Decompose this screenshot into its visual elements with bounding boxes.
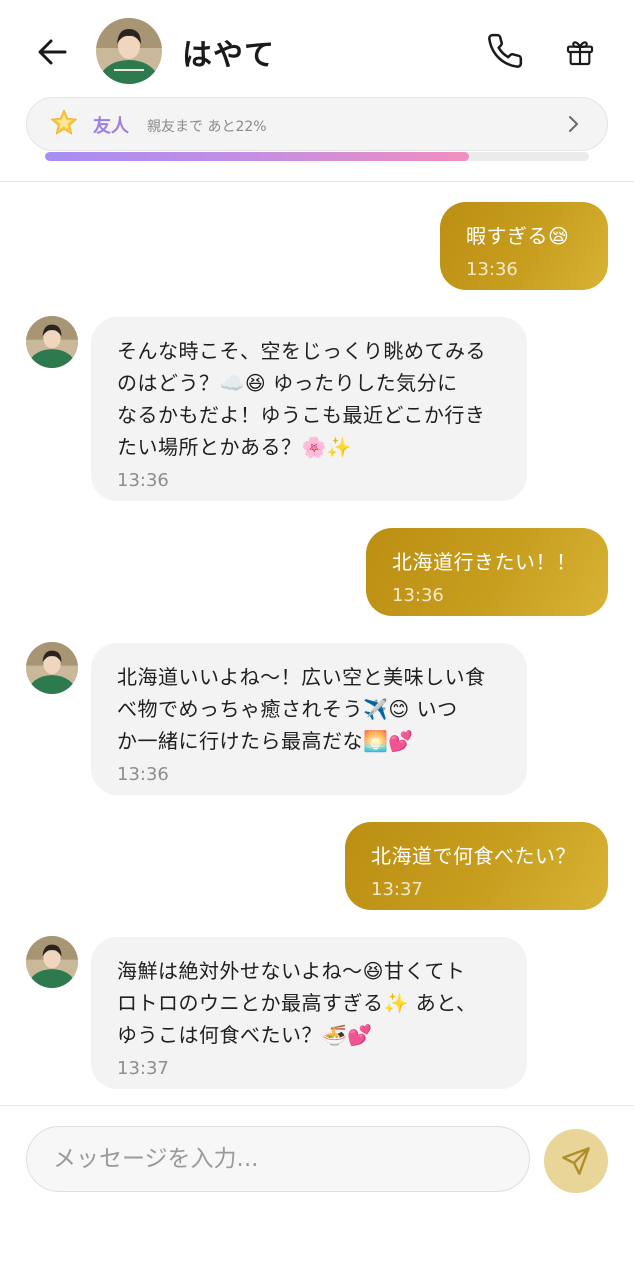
call-button[interactable] bbox=[484, 30, 526, 72]
message-time: 13:36 bbox=[117, 470, 169, 491]
gift-icon bbox=[566, 41, 594, 66]
outgoing-message[interactable]: 北海道で何食べたい？ 13:37 bbox=[345, 822, 608, 910]
relationship-progress-bar bbox=[45, 152, 589, 161]
message-time: 13:37 bbox=[117, 1058, 169, 1079]
outgoing-message[interactable]: 暇すぎる😪 13:36 bbox=[440, 202, 608, 290]
message-time: 13:37 bbox=[371, 879, 423, 900]
contact-avatar[interactable] bbox=[96, 18, 162, 84]
incoming-message[interactable]: 北海道いいよね〜！広い空と美味しい食 べ物でめっちゃ癒されそう✈️😊 いつ か一… bbox=[91, 643, 527, 795]
message-text: 海鮮は絶対外せないよね〜😆甘くてト ロトロのウニとか最高すぎる✨ あと、 ゆうこ… bbox=[117, 959, 477, 1047]
message-time: 13:36 bbox=[466, 259, 518, 280]
chat-header: はやて bbox=[0, 0, 634, 100]
arrow-left-icon bbox=[38, 39, 67, 65]
incoming-message[interactable]: 海鮮は絶対外せないよね〜😆甘くてト ロトロのウニとか最高すぎる✨ あと、 ゆうこ… bbox=[91, 937, 527, 1089]
send-icon bbox=[562, 1147, 590, 1175]
message-time: 13:36 bbox=[392, 585, 444, 606]
send-button[interactable] bbox=[544, 1129, 608, 1193]
relationship-progress-fill bbox=[45, 152, 470, 161]
relationship-level: 友人 bbox=[93, 116, 129, 137]
message-text: 北海道行きたい！！ bbox=[392, 550, 577, 574]
contact-avatar-small[interactable] bbox=[26, 316, 78, 368]
relationship-progress-text: 親友まで あと22% bbox=[147, 119, 267, 135]
message-text: 北海道で何食べたい？ bbox=[371, 844, 576, 868]
relationship-status-card[interactable]: 友人 親友まで あと22% bbox=[26, 97, 608, 151]
header-divider bbox=[0, 181, 634, 182]
contact-avatar-small[interactable] bbox=[26, 936, 78, 988]
gift-button[interactable] bbox=[560, 32, 600, 72]
message-time: 13:36 bbox=[117, 764, 169, 785]
chevron-right-icon bbox=[569, 116, 578, 132]
message-text: 北海道いいよね〜！広い空と美味しい食 べ物でめっちゃ癒されそう✈️😊 いつ か一… bbox=[117, 665, 486, 753]
contact-avatar-small[interactable] bbox=[26, 642, 78, 694]
contact-name: はやて bbox=[182, 38, 275, 73]
composer-divider bbox=[0, 1105, 634, 1106]
message-text: そんな時こそ、空をじっくり眺めてみる のはどう？☁️😆 ゆったりした気分に なる… bbox=[117, 339, 486, 459]
message-text: 暇すぎる😪 bbox=[466, 224, 570, 248]
star-icon bbox=[51, 109, 77, 135]
message-input[interactable] bbox=[26, 1126, 530, 1192]
phone-icon bbox=[488, 33, 523, 68]
outgoing-message[interactable]: 北海道行きたい！！ 13:36 bbox=[366, 528, 608, 616]
back-button[interactable] bbox=[34, 34, 70, 70]
incoming-message[interactable]: そんな時こそ、空をじっくり眺めてみる のはどう？☁️😆 ゆったりした気分に なる… bbox=[91, 317, 527, 501]
